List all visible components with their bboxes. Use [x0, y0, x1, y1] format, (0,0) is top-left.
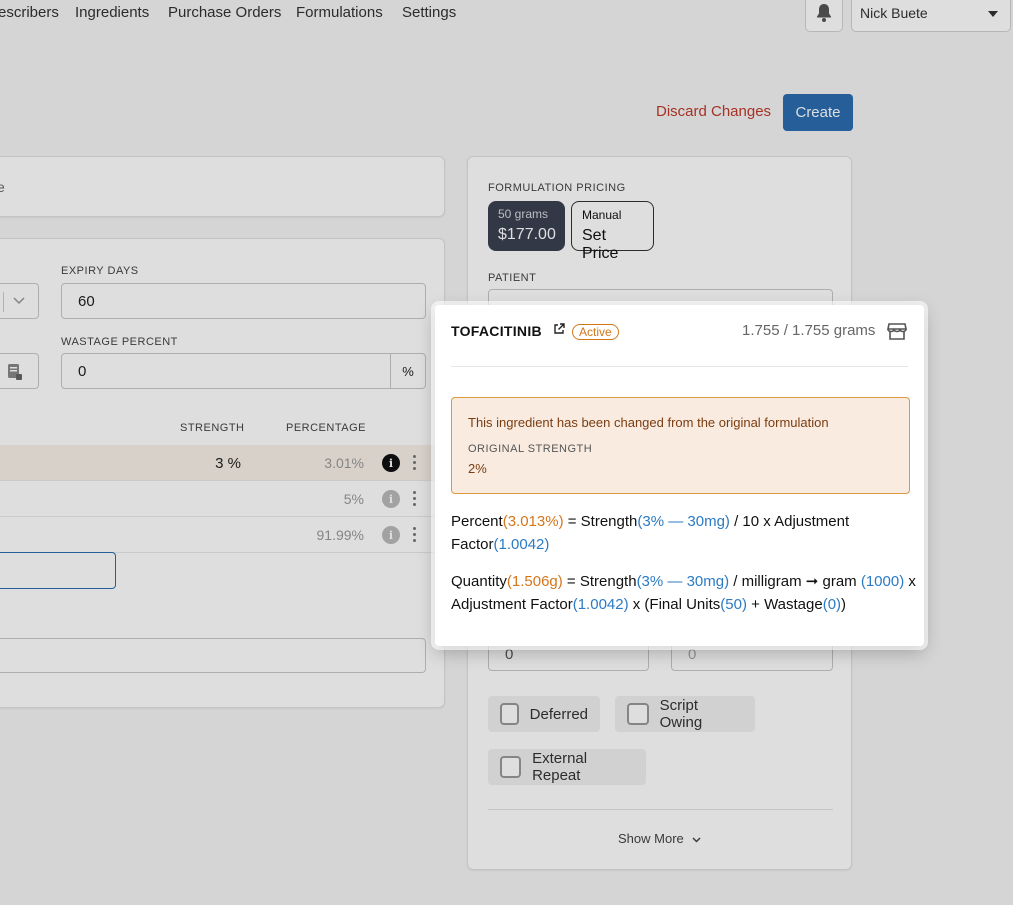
quantity-formula: Quantity(1.506g) = Strength(3% — 30mg) /… — [451, 570, 916, 616]
original-strength-label: ORIGINAL STRENGTH — [468, 443, 593, 455]
formula-text: x (Final Units — [628, 596, 721, 613]
external-link-icon[interactable] — [553, 323, 565, 335]
formula-text: ) — [841, 596, 847, 613]
grams-available: 1.755 / 1.755 grams — [742, 322, 876, 339]
percent-formula: Percent(3.013%) = Strength(3% — 30mg) / … — [451, 510, 916, 556]
formula-strength: (3% — 30mg) — [636, 573, 730, 590]
formula-strength: (3% — 30mg) — [637, 513, 730, 530]
original-strength-value: 2% — [468, 461, 487, 476]
store-icon[interactable] — [887, 321, 907, 341]
formula-wastage: (0) — [822, 596, 842, 613]
formulation-changed-warning: This ingredient has been changed from th… — [451, 397, 910, 494]
formula-units: (50) — [720, 596, 747, 613]
divider — [451, 366, 908, 367]
formula-text: = Strength — [562, 573, 637, 590]
warning-message: This ingredient has been changed from th… — [468, 415, 829, 430]
status-badge: Active — [572, 324, 619, 340]
formula-factor: (1.0042) — [493, 536, 550, 553]
formula-text: / milligram ➞ gram — [729, 573, 861, 590]
formula-result: (3.013%) — [502, 513, 564, 530]
formula-label: Quantity — [451, 573, 507, 590]
formula-factor: (1.0042) — [572, 596, 629, 613]
ingredient-name: TOFACITINIB — [451, 323, 542, 339]
formula-text: = Strength — [563, 513, 638, 530]
formula-label: Percent — [451, 513, 503, 530]
ingredient-detail-popover: TOFACITINIB Active 1.755 / 1.755 grams T… — [435, 305, 924, 646]
formula-text: + Wastage — [746, 596, 823, 613]
formula-conversion: (1000) — [860, 573, 905, 590]
formula-result: (1.506g) — [506, 573, 563, 590]
